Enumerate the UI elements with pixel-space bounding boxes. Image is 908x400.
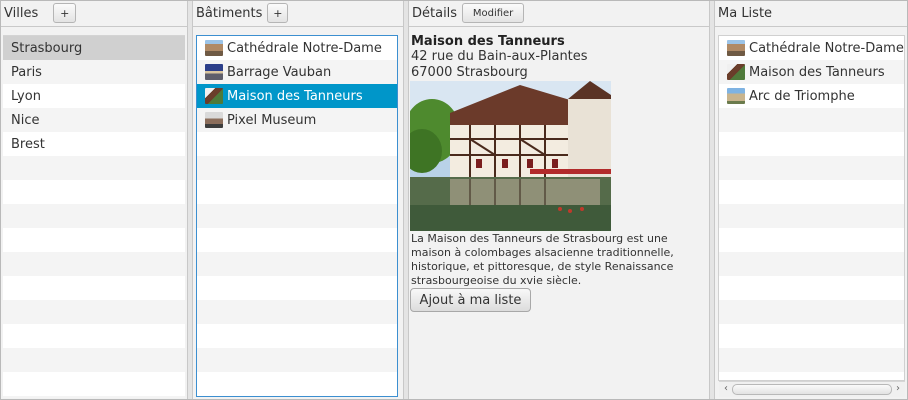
empty-row: [197, 324, 397, 348]
list-item[interactable]: Barrage Vauban: [197, 60, 397, 84]
villes-panel: Villes + Strasbourg Paris Lyon Nice Brest: [1, 1, 187, 399]
list-item-label: Strasbourg: [11, 40, 83, 56]
list-item-label: Cathédrale Notre-Dame: [749, 40, 904, 56]
villes-list[interactable]: Strasbourg Paris Lyon Nice Brest: [3, 35, 185, 398]
empty-row: [3, 252, 185, 276]
empty-row: [197, 348, 397, 372]
empty-row: [197, 300, 397, 324]
details-content: Maison des Tanneurs 42 rue du Bain-aux-P…: [411, 34, 707, 81]
empty-row: [719, 108, 904, 132]
divider: [1, 26, 187, 27]
half-timbered-house-photo: [410, 81, 611, 231]
empty-row: [3, 180, 185, 204]
empty-row: [197, 132, 397, 156]
empty-row: [197, 372, 397, 396]
empty-row: [719, 324, 904, 348]
empty-row: [3, 156, 185, 180]
batiments-header: Bâtiments +: [193, 1, 403, 25]
list-item[interactable]: Lyon: [3, 84, 185, 108]
empty-row: [719, 204, 904, 228]
list-item[interactable]: Strasbourg: [3, 36, 185, 60]
details-title: Détails: [412, 5, 458, 21]
list-item-label: Lyon: [11, 88, 41, 104]
list-item[interactable]: Maison des Tanneurs: [719, 60, 904, 84]
list-item[interactable]: Cathédrale Notre-Dame: [719, 36, 904, 60]
add-batiment-button[interactable]: +: [267, 3, 289, 23]
list-item-label: Barrage Vauban: [227, 64, 332, 80]
divider: [409, 26, 709, 27]
list-item[interactable]: Nice: [3, 108, 185, 132]
list-item-label: Paris: [11, 64, 42, 80]
horizontal-scrollbar[interactable]: ‹ ›: [719, 381, 905, 397]
list-item-label: Pixel Museum: [227, 112, 317, 128]
divider: [193, 26, 403, 27]
empty-row: [3, 228, 185, 252]
arc-thumbnail-icon: [727, 88, 745, 104]
cathedral-thumbnail-icon: [205, 40, 223, 56]
list-item[interactable]: Pixel Museum: [197, 108, 397, 132]
empty-row: [719, 132, 904, 156]
empty-row: [719, 180, 904, 204]
empty-row: [719, 252, 904, 276]
scroll-right-icon[interactable]: ›: [892, 383, 904, 395]
empty-row: [197, 276, 397, 300]
description: La Maison des Tanneurs de Strasbourg est…: [411, 232, 674, 287]
list-item-label: Arc de Triomphe: [749, 88, 855, 104]
list-item-label: Brest: [11, 136, 45, 152]
villes-header: Villes +: [1, 1, 187, 25]
list-item-label: Nice: [11, 112, 40, 128]
villes-title: Villes: [4, 5, 39, 21]
details-header: Détails Modifier: [409, 1, 709, 25]
batiments-title: Bâtiments: [196, 5, 263, 21]
tanneurs-thumbnail-icon: [727, 64, 745, 80]
empty-row: [197, 252, 397, 276]
empty-row: [197, 156, 397, 180]
list-item-label: Cathédrale Notre-Dame: [227, 40, 382, 56]
batiments-panel: Bâtiments + Cathédrale Notre-Dame Barrage…: [193, 1, 403, 399]
batiments-list[interactable]: Cathédrale Notre-Dame Barrage Vauban Maiso…: [196, 35, 398, 397]
ma-liste-list[interactable]: Cathédrale Notre-Dame Maison des Tanneurs…: [718, 35, 905, 381]
empty-row: [197, 396, 397, 397]
ma-liste-title: Ma Liste: [718, 5, 773, 21]
empty-row: [197, 228, 397, 252]
empty-row: [3, 324, 185, 348]
list-item-label: Maison des Tanneurs: [227, 88, 363, 104]
dam-thumbnail-icon: [205, 64, 223, 80]
empty-row: [197, 180, 397, 204]
empty-row: [3, 348, 185, 372]
add-ville-button[interactable]: +: [53, 3, 77, 23]
empty-row: [3, 372, 185, 396]
address-city: 67000 Strasbourg: [411, 65, 528, 80]
list-item[interactable]: Arc de Triomphe: [719, 84, 904, 108]
ma-liste-panel: Ma Liste Cathédrale Notre-Dame Maison des…: [715, 1, 907, 399]
tanneurs-thumbnail-icon: [205, 88, 223, 104]
modify-button[interactable]: Modifier: [462, 3, 525, 23]
add-to-list-button[interactable]: Ajout à ma liste: [410, 288, 531, 312]
list-item[interactable]: Maison des Tanneurs: [197, 84, 397, 108]
ma-liste-header: Ma Liste: [715, 1, 907, 25]
empty-row: [3, 300, 185, 324]
empty-row: [719, 372, 904, 380]
cathedral-thumbnail-icon: [727, 40, 745, 56]
empty-row: [719, 276, 904, 300]
scrollbar-thumb[interactable]: [732, 384, 892, 395]
divider: [715, 26, 907, 27]
building-name: Maison des Tanneurs: [411, 34, 565, 49]
list-item[interactable]: Paris: [3, 60, 185, 84]
list-item-label: Maison des Tanneurs: [749, 64, 885, 80]
list-item[interactable]: Cathédrale Notre-Dame: [197, 36, 397, 60]
list-item[interactable]: Brest: [3, 132, 185, 156]
empty-row: [197, 204, 397, 228]
museum-thumbnail-icon: [205, 112, 223, 128]
empty-row: [3, 396, 185, 398]
empty-row: [719, 228, 904, 252]
empty-row: [3, 276, 185, 300]
empty-row: [3, 204, 185, 228]
scroll-left-icon[interactable]: ‹: [720, 383, 732, 395]
empty-row: [719, 156, 904, 180]
empty-row: [719, 348, 904, 372]
address-street: 42 rue du Bain-aux-Plantes: [411, 49, 588, 64]
empty-row: [719, 300, 904, 324]
